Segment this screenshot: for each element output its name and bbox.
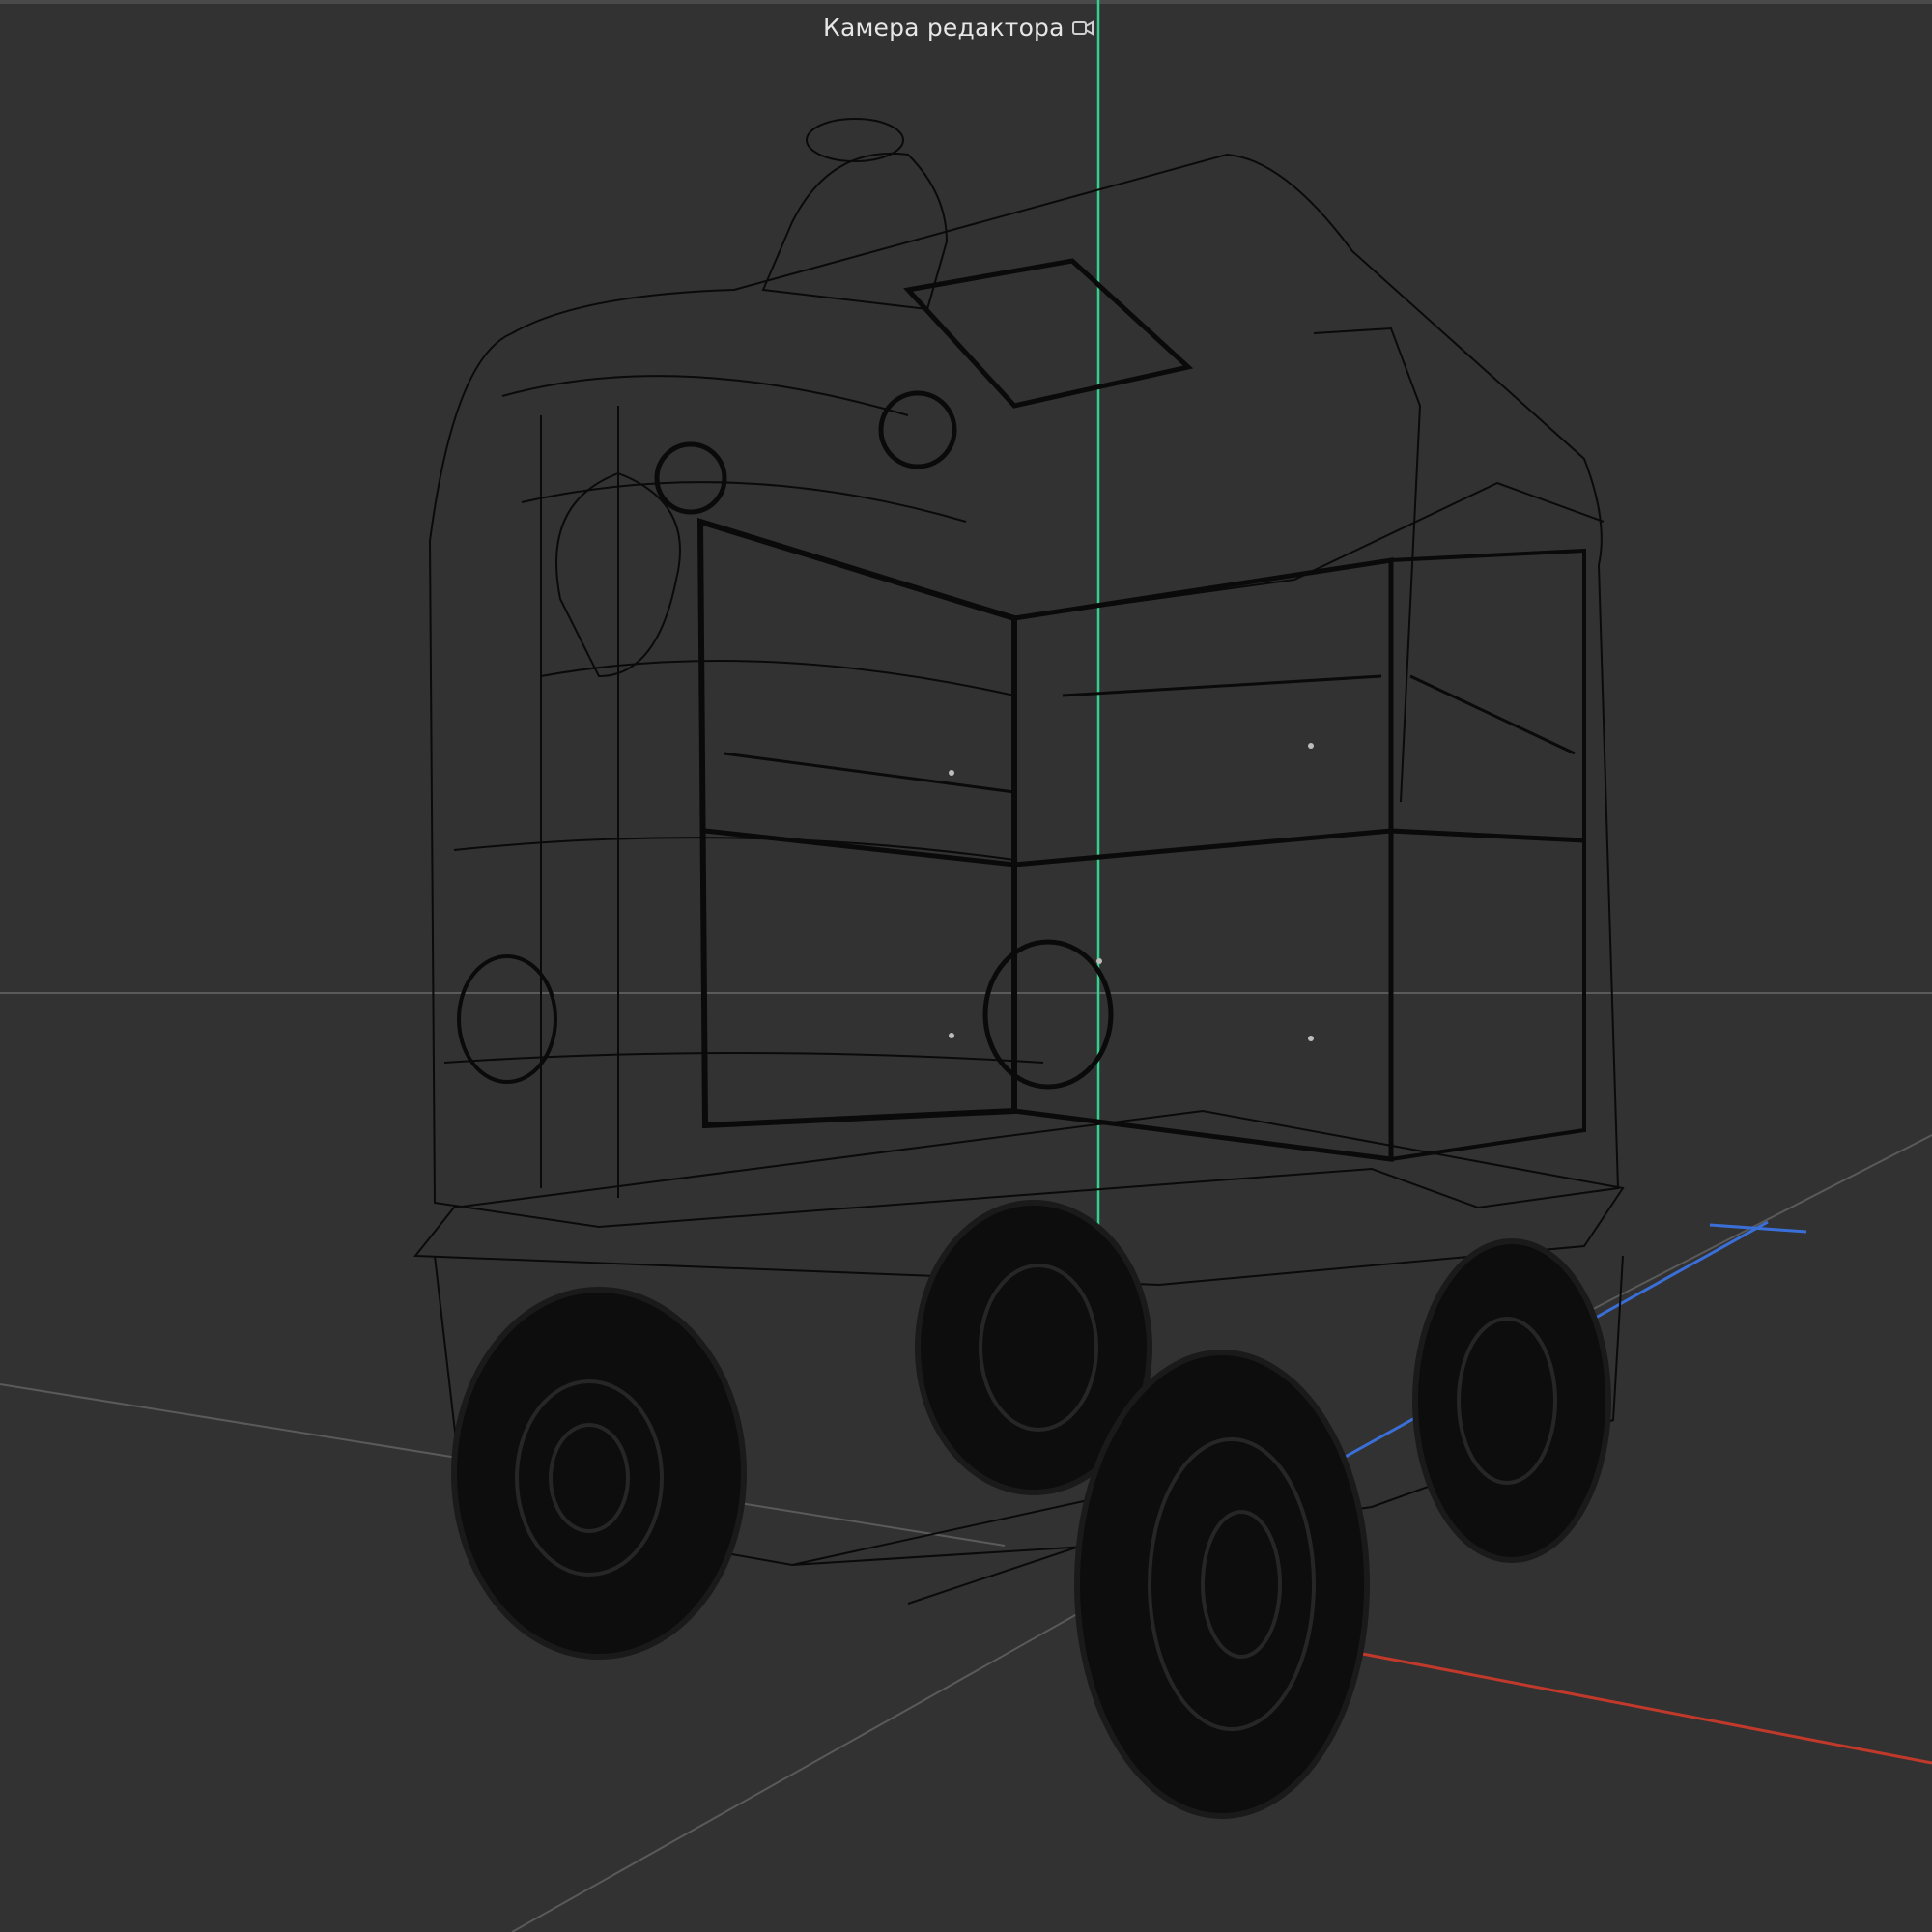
3d-viewport[interactable]: Камера редактора — [0, 0, 1932, 1932]
x-axis-line — [1351, 1650, 1932, 1765]
camera-icon[interactable] — [1070, 15, 1095, 41]
scene-canvas[interactable] — [0, 0, 1932, 1932]
wheel-front-right — [1074, 1350, 1370, 1819]
wheel-right-rear — [1412, 1238, 1611, 1563]
camera-selector[interactable]: Камера редактора — [823, 14, 1095, 42]
vertex-markers — [949, 743, 1314, 1041]
wheel-rear-left — [451, 1287, 747, 1660]
camera-label-text: Камера редактора — [823, 14, 1065, 42]
